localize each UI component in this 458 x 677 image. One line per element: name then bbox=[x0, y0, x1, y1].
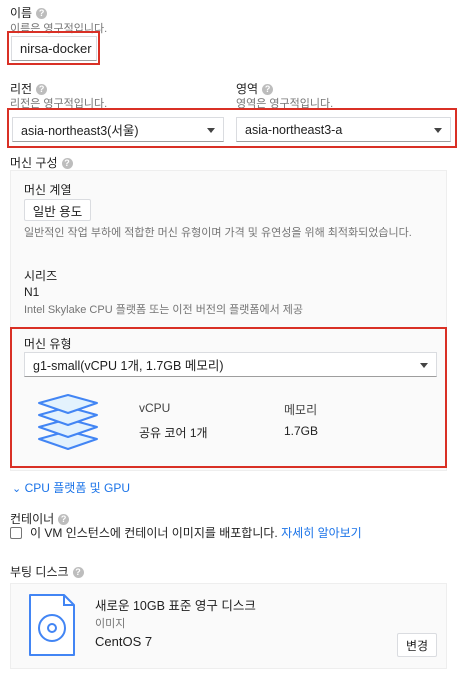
machine-type-label: 머신 유형 bbox=[24, 337, 72, 351]
name-label: 이름? bbox=[10, 4, 48, 21]
help-icon[interactable]: ? bbox=[61, 158, 73, 169]
cpu-gpu-link-label: CPU 플랫폼 및 GPU bbox=[24, 481, 131, 495]
region-select-value: asia-northeast3(서울) bbox=[21, 124, 139, 138]
container-checkbox-text: 이 VM 인스턴스에 컨테이너 이미지를 배포합니다. 자세히 알아보기 bbox=[30, 526, 362, 540]
boot-disk-image-label: 이미지 bbox=[95, 618, 126, 630]
machine-family-description: 일반적인 작업 부하에 적합한 머신 유형이며 가격 및 유연성을 위해 최적화… bbox=[24, 227, 412, 239]
zone-select-value: asia-northeast3-a bbox=[245, 122, 343, 137]
help-icon[interactable]: ? bbox=[262, 84, 274, 95]
machine-family-label: 머신 계열 bbox=[24, 183, 72, 197]
help-icon[interactable]: ? bbox=[36, 8, 48, 19]
name-highlight: nirsa-docker bbox=[7, 31, 100, 65]
machine-type-highlight: 머신 유형 g1-small(vCPU 1개, 1.7GB 메모리) vCPU … bbox=[10, 327, 447, 468]
disk-image-icon bbox=[29, 594, 75, 656]
zone-select[interactable]: asia-northeast3-a bbox=[236, 117, 451, 142]
vcpu-header: vCPU bbox=[139, 401, 171, 415]
machine-config-label: 머신 구성? bbox=[10, 154, 73, 171]
tab-general-purpose[interactable]: 일반 용도 bbox=[24, 199, 91, 221]
region-select[interactable]: asia-northeast3(서울) bbox=[12, 117, 224, 142]
help-icon[interactable]: ? bbox=[72, 567, 84, 578]
help-icon[interactable]: ? bbox=[36, 84, 48, 95]
machine-type-select[interactable]: g1-small(vCPU 1개, 1.7GB 메모리) bbox=[24, 352, 437, 377]
series-description: Intel Skylake CPU 플랫폼 또는 이전 버전의 플랫폼에서 제공 bbox=[24, 304, 304, 316]
series-value: N1 bbox=[24, 285, 40, 299]
chevron-down-icon bbox=[207, 127, 215, 133]
location-highlight: asia-northeast3(서울) asia-northeast3-a bbox=[7, 108, 457, 148]
chevron-down-icon bbox=[434, 127, 442, 133]
series-label: 시리즈 bbox=[24, 269, 58, 283]
machine-stack-icon bbox=[38, 394, 98, 450]
boot-disk-image-value: CentOS 7 bbox=[95, 634, 153, 649]
vcpu-value: 공유 코어 1개 bbox=[139, 426, 208, 440]
container-checkbox[interactable] bbox=[10, 527, 22, 539]
learn-more-link[interactable]: 자세히 알아보기 bbox=[281, 526, 362, 540]
machine-type-select-value: g1-small(vCPU 1개, 1.7GB 메모리) bbox=[33, 359, 224, 373]
name-input[interactable]: nirsa-docker bbox=[11, 36, 97, 61]
chevron-double-down-icon: ⌄ bbox=[12, 483, 22, 495]
cpu-gpu-expander[interactable]: ⌄ CPU 플랫폼 및 GPU bbox=[12, 479, 130, 496]
chevron-down-icon bbox=[420, 362, 428, 368]
boot-disk-label: 부팅 디스크? bbox=[10, 563, 84, 580]
memory-header: 메모리 bbox=[284, 403, 318, 417]
boot-disk-title: 새로운 10GB 표준 영구 디스크 bbox=[95, 599, 256, 613]
change-boot-disk-button[interactable]: 변경 bbox=[397, 633, 437, 657]
memory-value: 1.7GB bbox=[284, 424, 319, 438]
